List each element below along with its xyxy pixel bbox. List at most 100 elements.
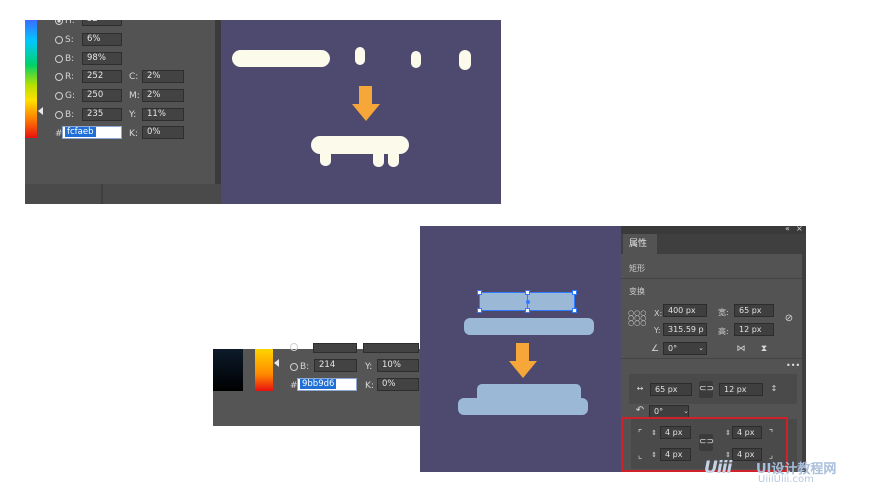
chevron-down-icon[interactable]: ⌄ (696, 343, 706, 353)
divider (621, 278, 802, 279)
height-field[interactable]: 12 px (734, 323, 774, 336)
rotate-icon[interactable]: ↶ (634, 406, 646, 416)
resize-handle[interactable] (572, 290, 577, 295)
x-label: X: (654, 309, 663, 318)
spectrum-slider-handle[interactable] (38, 107, 43, 115)
panel-divider (101, 184, 103, 204)
resize-handle[interactable] (525, 308, 530, 313)
angle-icon: ∠ (650, 344, 660, 354)
magenta-field[interactable] (363, 343, 419, 353)
color-picker-panel: H: 52 S: 6% B: 98% R: 252 G: 250 B: 235 … (25, 20, 216, 184)
flip-vertical-icon[interactable]: ⧗ (758, 344, 770, 354)
cream-bar-shape (232, 50, 330, 67)
hex-value: 9bb9d6 (300, 379, 337, 389)
saturation-field[interactable]: 6% (82, 33, 122, 46)
flip-horizontal-icon[interactable]: ⋈ (735, 344, 747, 354)
green-field[interactable]: 250 (82, 89, 122, 102)
cream-combined-drip-2 (373, 146, 384, 167)
color-spectrum-slider[interactable] (25, 20, 37, 138)
shape-type-label: 矩形 (629, 264, 645, 273)
panel-edge (215, 20, 221, 188)
width-icon: ↔ (636, 384, 644, 393)
row-saturation: S: (55, 33, 77, 47)
spectrum-slider-handle[interactable] (274, 359, 279, 367)
hue-radio[interactable] (55, 20, 63, 25)
cream-combined-drip-1 (320, 146, 331, 166)
arrow-down-icon (509, 361, 537, 378)
arrow-down-shaft (359, 86, 372, 104)
link-off-icon[interactable]: ⊘ (783, 314, 795, 324)
width-field[interactable]: 65 px (734, 304, 774, 317)
black-field[interactable]: 0% (377, 378, 419, 391)
watermark-url: UiiiUiii.com (758, 474, 814, 485)
tab-properties[interactable]: 属性 (623, 234, 657, 254)
magenta-field[interactable]: 2% (142, 89, 184, 102)
properties-panel: « × 属性 矩形 变换 ○○○ ○○○ ○○○ X: 400 px 宽: 65 p… (621, 226, 806, 472)
hex-value: fcfaeb (65, 127, 96, 137)
color-field-preview[interactable] (213, 349, 243, 391)
blue-radio[interactable] (290, 363, 298, 371)
yellow-label: Y: (129, 110, 137, 120)
brightness-label: B: (65, 54, 75, 64)
red-field[interactable]: 252 (82, 70, 122, 83)
y-field[interactable]: 315.59 p (663, 323, 707, 336)
width-label: 宽: (718, 308, 729, 317)
resize-handle[interactable] (572, 308, 577, 313)
row-green: G: (55, 89, 77, 103)
hue-field[interactable]: 52 (82, 20, 122, 26)
hue-label: H: (65, 20, 75, 26)
watermark-logo: Uiii (704, 458, 732, 478)
brightness-radio[interactable] (55, 55, 63, 63)
blue-field[interactable]: 214 (314, 359, 357, 372)
row-brightness: B: (55, 52, 77, 66)
green-label: G: (65, 91, 76, 101)
collapse-icon[interactable]: « (785, 226, 790, 233)
yellow-label: Y: (365, 362, 373, 372)
black-field[interactable]: 0% (142, 126, 184, 139)
resize-handle[interactable] (477, 308, 482, 313)
arrow-down-shaft (516, 343, 529, 361)
shape-width-field[interactable]: 65 px (650, 383, 692, 396)
hex-field[interactable]: fcfaeb (62, 126, 122, 139)
blue-label: B: (65, 110, 75, 120)
bottom-screenshot: « × 属性 矩形 变换 ○○○ ○○○ ○○○ X: 400 px 宽: 65 p… (420, 226, 806, 472)
red-radio[interactable] (55, 73, 63, 81)
brightness-field[interactable]: 98% (82, 52, 122, 65)
row-red: R: (55, 70, 77, 84)
resize-handle[interactable] (525, 290, 530, 295)
panel-scrollbar[interactable] (802, 254, 806, 472)
color-picker-crop: B: 214 Y: 10% # 9bb9d6 K: 0% (213, 343, 422, 426)
shape-height-field[interactable]: 12 px (719, 383, 763, 396)
cream-drip-shape-1 (355, 47, 365, 65)
panel-title-bar (621, 226, 806, 234)
saturation-label: S: (65, 35, 74, 45)
green-radio[interactable] (55, 92, 63, 100)
y-label: Y: (654, 326, 661, 335)
reference-point-icon[interactable]: ○○○ ○○○ ○○○ (628, 310, 646, 327)
cyan-label: C: (129, 72, 139, 82)
cyan-field[interactable]: 2% (142, 70, 184, 83)
blue-label: B: (300, 362, 310, 372)
black-label: K: (129, 129, 138, 139)
close-icon[interactable]: × (796, 226, 803, 233)
saturation-field[interactable] (313, 343, 357, 353)
transform-section-label: 变换 (629, 287, 645, 296)
blue-radio[interactable] (55, 111, 63, 119)
chevron-down-icon[interactable]: ⌄ (681, 406, 691, 416)
cream-drip-shape-2 (411, 51, 421, 68)
hex-field[interactable]: 9bb9d6 (297, 378, 357, 391)
saturation-radio[interactable] (290, 343, 298, 351)
divider (621, 358, 802, 359)
row-blue: B: (55, 108, 77, 122)
blue-field[interactable]: 235 (82, 108, 122, 121)
saturation-radio[interactable] (55, 36, 63, 44)
yellow-field[interactable]: 10% (377, 359, 419, 372)
arrow-down-icon (352, 104, 380, 121)
resize-handle[interactable] (477, 290, 482, 295)
yellow-field[interactable]: 11% (142, 108, 184, 121)
x-field[interactable]: 400 px (663, 304, 707, 317)
more-options-icon[interactable]: ••• (786, 361, 800, 370)
height-icon: ↕ (770, 384, 778, 393)
color-spectrum-slider[interactable] (255, 349, 273, 391)
link-dimensions-icon[interactable]: ⊂⊃ (699, 381, 714, 398)
